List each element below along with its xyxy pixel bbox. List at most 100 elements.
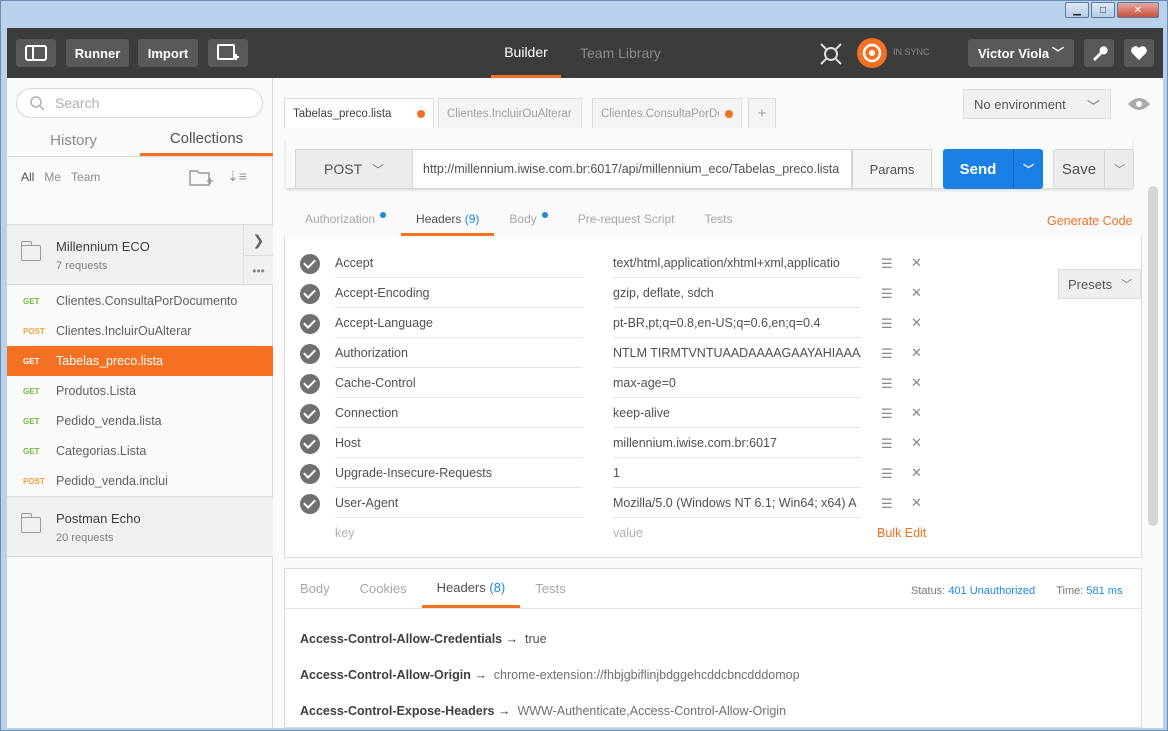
list-item[interactable]: POST Clientes.IncluirOuAlterar: [7, 316, 273, 346]
header-key[interactable]: Connection: [335, 398, 583, 428]
checkbox[interactable]: [300, 314, 320, 334]
delete-icon[interactable]: ✕: [911, 375, 922, 391]
drag-handle-icon[interactable]: ☰: [881, 436, 893, 452]
method-select[interactable]: POST ﹀: [295, 149, 413, 189]
chevron-right-icon[interactable]: ❯: [243, 225, 273, 255]
header-value[interactable]: pt-BR,pt;q=0.8,en-US;q=0.6,en;q=0.4: [613, 308, 861, 338]
tab-response-body[interactable]: Body: [285, 569, 345, 608]
tab-history[interactable]: History: [7, 124, 140, 156]
checkbox[interactable]: [300, 284, 320, 304]
more-icon[interactable]: •••: [243, 255, 273, 285]
close-button[interactable]: ✕: [1117, 2, 1159, 18]
header-key[interactable]: Accept-Encoding: [335, 278, 583, 308]
delete-icon[interactable]: ✕: [911, 345, 922, 361]
drag-handle-icon[interactable]: ☰: [881, 406, 893, 422]
header-key[interactable]: Upgrade-Insecure-Requests: [335, 458, 583, 488]
environment-select[interactable]: No environment ﹀: [963, 89, 1111, 119]
user-menu[interactable]: Victor Viola ﹀: [968, 39, 1074, 67]
new-collection-icon[interactable]: [188, 167, 214, 190]
tab-collections[interactable]: Collections: [140, 124, 273, 156]
bulk-edit-link[interactable]: Bulk Edit: [877, 526, 926, 540]
checkbox[interactable]: [300, 434, 320, 454]
delete-icon[interactable]: ✕: [911, 255, 922, 271]
header-value[interactable]: millennium.iwise.com.br:6017: [613, 428, 861, 458]
checkbox[interactable]: [300, 254, 320, 274]
header-value[interactable]: 1: [613, 458, 861, 488]
maximize-button[interactable]: □: [1091, 2, 1115, 18]
drag-handle-icon[interactable]: ☰: [881, 286, 893, 302]
settings-button[interactable]: [1084, 39, 1114, 67]
import-button[interactable]: Import: [138, 39, 198, 67]
header-key[interactable]: Host: [335, 428, 583, 458]
chevron-down-icon[interactable]: ﹀: [1013, 149, 1043, 189]
header-key[interactable]: Accept-Language: [335, 308, 583, 338]
save-button[interactable]: Save ﹀: [1053, 149, 1134, 189]
list-item[interactable]: POST Pedido_venda.inclui: [7, 466, 273, 496]
collection-postman-echo[interactable]: Postman Echo 20 requests: [7, 496, 273, 557]
tab-request-3[interactable]: Clientes.ConsultaPorDocumento: [592, 98, 742, 128]
list-item[interactable]: GET Clientes.ConsultaPorDocumento: [7, 286, 273, 316]
tab-request-1[interactable]: Tabelas_preco.lista: [284, 98, 434, 128]
tab-response-cookies[interactable]: Cookies: [345, 569, 422, 608]
params-button[interactable]: Params: [852, 149, 932, 189]
delete-icon[interactable]: ✕: [911, 285, 922, 301]
checkbox[interactable]: [300, 344, 320, 364]
tab-team-library[interactable]: Team Library: [580, 28, 661, 78]
header-value[interactable]: text/html,application/xhtml+xml,applicat…: [613, 248, 861, 278]
sync-icon[interactable]: [857, 38, 887, 68]
checkbox[interactable]: [300, 464, 320, 484]
checkbox[interactable]: [300, 494, 320, 514]
list-item[interactable]: GET Produtos.Lista: [7, 376, 273, 406]
presets-button[interactable]: Presets ﹀: [1058, 269, 1141, 299]
header-key[interactable]: Cache-Control: [335, 368, 583, 398]
search-input[interactable]: Search: [16, 88, 263, 118]
header-value[interactable]: gzip, deflate, sdch: [613, 278, 861, 308]
header-value[interactable]: max-age=0: [613, 368, 861, 398]
delete-icon[interactable]: ✕: [911, 465, 922, 481]
drag-handle-icon[interactable]: ☰: [881, 496, 893, 512]
tab-authorization[interactable]: Authorization: [290, 206, 401, 236]
delete-icon[interactable]: ✕: [911, 495, 922, 511]
list-item[interactable]: GET Pedido_venda.lista: [7, 406, 273, 436]
tab-body[interactable]: Body: [494, 206, 562, 236]
generate-code-link[interactable]: Generate Code: [1047, 214, 1132, 228]
checkbox[interactable]: [300, 404, 320, 424]
drag-handle-icon[interactable]: ☰: [881, 346, 893, 362]
quick-look-button[interactable]: [1121, 89, 1157, 119]
new-tab-button[interactable]: [208, 39, 248, 67]
header-key[interactable]: Authorization: [335, 338, 583, 368]
tab-tests[interactable]: Tests: [689, 206, 747, 236]
url-input[interactable]: http://millennium.iwise.com.br:6017/api/…: [413, 149, 852, 189]
tab-headers[interactable]: Headers (9): [401, 206, 495, 236]
delete-icon[interactable]: ✕: [911, 405, 922, 421]
drag-handle-icon[interactable]: ☰: [881, 376, 893, 392]
header-value[interactable]: keep-alive: [613, 398, 861, 428]
sort-icon[interactable]: ⇣≡: [227, 168, 247, 185]
tab-response-headers[interactable]: Headers (8): [421, 569, 521, 608]
header-key[interactable]: Accept: [335, 248, 583, 278]
header-key[interactable]: User-Agent: [335, 488, 583, 518]
delete-icon[interactable]: ✕: [911, 435, 922, 451]
tab-prerequest-script[interactable]: Pre-request Script: [563, 206, 690, 236]
minimize-button[interactable]: ▁: [1065, 2, 1089, 18]
interceptor-icon[interactable]: [818, 41, 844, 67]
list-item[interactable]: GET Categorias.Lista: [7, 436, 273, 466]
new-value-input[interactable]: value: [613, 518, 861, 548]
drag-handle-icon[interactable]: ☰: [881, 256, 893, 272]
sidebar-toggle-button[interactable]: [16, 39, 56, 67]
filter-team[interactable]: Team: [71, 170, 100, 184]
favorites-button[interactable]: [1124, 39, 1154, 67]
runner-button[interactable]: Runner: [66, 39, 129, 67]
filter-me[interactable]: Me: [44, 170, 61, 184]
header-value[interactable]: Mozilla/5.0 (Windows NT 6.1; Win64; x64)…: [613, 488, 861, 518]
drag-handle-icon[interactable]: ☰: [881, 466, 893, 482]
scrollbar[interactable]: [1148, 186, 1158, 526]
filter-all[interactable]: All: [21, 170, 34, 184]
collection-millennium-eco[interactable]: Millennium ECO 7 requests ❯ •••: [7, 224, 273, 285]
tab-request-2[interactable]: Clientes.IncluirOuAlterar: [438, 98, 582, 128]
delete-icon[interactable]: ✕: [911, 315, 922, 331]
header-value[interactable]: NTLM TIRMTVNTUAADAAAAGAAYAHIAAAA: [613, 338, 861, 368]
tab-builder[interactable]: Builder: [491, 28, 561, 78]
checkbox[interactable]: [300, 374, 320, 394]
list-item-active[interactable]: GET Tabelas_preco.lista: [7, 346, 273, 376]
